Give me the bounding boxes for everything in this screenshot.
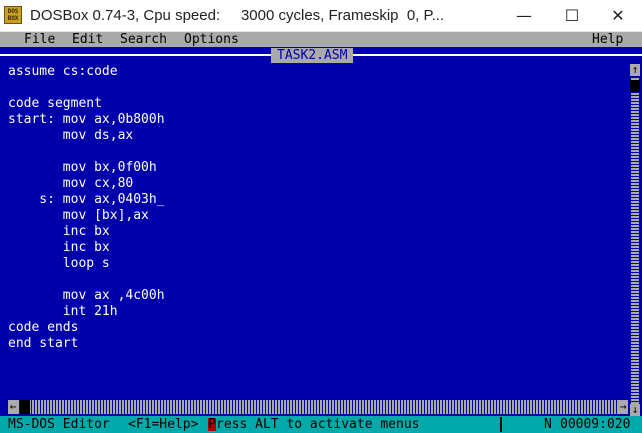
- file-title: TASK2.ASM: [271, 48, 354, 63]
- menu-bar: File Edit Search Options Help: [0, 32, 642, 47]
- scroll-up-icon[interactable]: ↑: [630, 64, 640, 76]
- status-help-hint[interactable]: <F1=Help>: [128, 416, 198, 433]
- code-line[interactable]: inc bx: [8, 240, 628, 256]
- code-line[interactable]: [8, 272, 628, 288]
- status-message-first: P: [208, 417, 216, 432]
- code-line[interactable]: int 21h: [8, 304, 628, 320]
- scroll-left-icon[interactable]: ←: [8, 400, 18, 414]
- code-line[interactable]: mov [bx],ax: [8, 208, 628, 224]
- hscroll-thumb[interactable]: [20, 400, 30, 414]
- status-mode: N: [544, 417, 552, 432]
- vertical-scrollbar[interactable]: ↑ ↓: [630, 64, 640, 416]
- close-button[interactable]: ✕: [602, 3, 634, 29]
- code-line[interactable]: end start: [8, 336, 628, 352]
- status-divider: [500, 417, 502, 432]
- menu-edit[interactable]: Edit: [72, 32, 103, 47]
- status-message: ress ALT to activate menus: [216, 417, 420, 432]
- status-position: 00009:020: [560, 417, 631, 432]
- scroll-track[interactable]: [631, 78, 639, 404]
- code-line[interactable]: start: mov ax,0b800h: [8, 112, 628, 128]
- code-line[interactable]: inc bx: [8, 224, 628, 240]
- menu-search[interactable]: Search: [120, 32, 167, 47]
- window-titlebar: DOS BOX DOSBox 0.74-3, Cpu speed: 3000 c…: [0, 0, 642, 32]
- code-line[interactable]: [8, 80, 628, 96]
- scroll-thumb[interactable]: [630, 80, 640, 92]
- code-line[interactable]: mov ds,ax: [8, 128, 628, 144]
- code-line[interactable]: code ends: [8, 320, 628, 336]
- code-line[interactable]: s: mov ax,0403h_: [8, 192, 628, 208]
- maximize-button[interactable]: ☐: [556, 3, 588, 29]
- code-line[interactable]: mov bx,0f00h: [8, 160, 628, 176]
- menu-help[interactable]: Help: [592, 32, 623, 47]
- horizontal-scrollbar[interactable]: ← →: [8, 400, 628, 414]
- menu-options[interactable]: Options: [184, 32, 239, 47]
- code-line[interactable]: [8, 144, 628, 160]
- dosbox-app-icon: DOS BOX: [4, 6, 22, 24]
- menu-file[interactable]: File: [24, 32, 55, 47]
- status-app-name: MS-DOS Editor: [8, 417, 110, 432]
- scroll-right-icon[interactable]: →: [618, 400, 628, 414]
- code-line[interactable]: mov ax ,4c00h: [8, 288, 628, 304]
- window-title: DOSBox 0.74-3, Cpu speed: 3000 cycles, F…: [30, 7, 445, 24]
- code-line[interactable]: loop s: [8, 256, 628, 272]
- scroll-down-icon[interactable]: ↓: [630, 404, 640, 416]
- code-line[interactable]: mov cx,80: [8, 176, 628, 192]
- code-line[interactable]: assume cs:code: [8, 64, 628, 80]
- code-editor[interactable]: assume cs:code code segment start: mov ax,…: [8, 64, 628, 352]
- minimize-button[interactable]: —: [508, 3, 540, 29]
- code-line[interactable]: code segment: [8, 96, 628, 112]
- status-bar: MS-DOS Editor <F1=Help> P ress ALT to ac…: [0, 416, 642, 433]
- dos-screen: File Edit Search Options Help TASK2.ASM …: [0, 32, 642, 433]
